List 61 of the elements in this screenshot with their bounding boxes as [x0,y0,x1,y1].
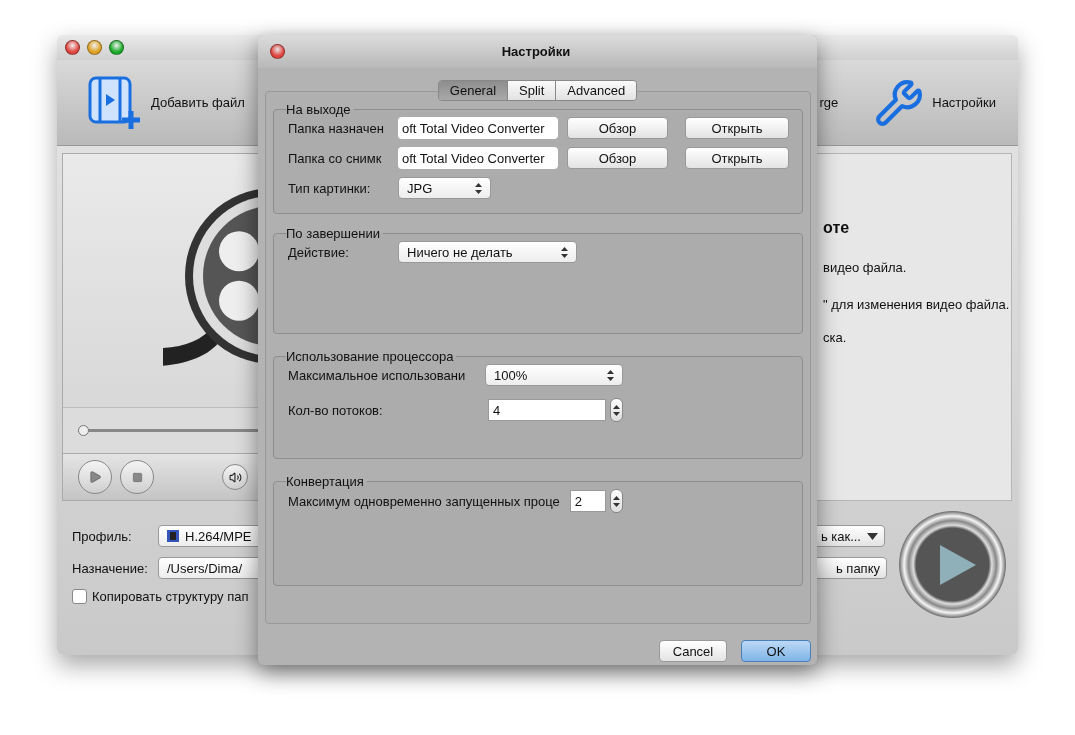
tab[interactable]: General [438,81,508,100]
play-icon [88,470,102,484]
group-title: Использование процессора [286,349,455,364]
folder-button[interactable]: Открыть [685,117,789,139]
guide-title: оте [823,219,850,237]
field-label: Максимум одновременно запущенных проце [288,493,560,509]
tab[interactable]: Split [507,81,556,100]
group-title: По завершении [286,226,381,241]
step-text: ска. [823,330,847,347]
step-text: " для изменения видео файла. [823,297,1010,314]
path-field[interactable]: oft Total Video Converter [398,147,558,169]
checkbox[interactable] [72,589,87,604]
field-label: Действие: [288,244,350,260]
toolbar-button[interactable]: Добавить файл [87,74,245,131]
stop-icon [131,471,143,483]
number-field[interactable]: 4 [488,399,606,421]
wrench-icon [874,77,925,128]
speaker-icon [228,470,242,484]
updown-arrows-icon [561,246,568,258]
updown-arrows-icon [475,182,482,194]
group-title: Конвертация [286,474,365,489]
tab[interactable]: Advanced [555,81,637,100]
dialog-button[interactable]: OK [741,640,811,662]
checkbox-label: Копировать структуру пап [92,589,249,604]
caret-icon [867,532,878,540]
stepper-arrows[interactable] [610,398,623,422]
field-label: Тип картинки: [288,180,372,196]
number-field[interactable]: 2 [569,490,606,512]
step-text: видео файла. [823,260,907,277]
updown-arrows-icon [607,369,614,381]
dropdown[interactable]: JPG [398,177,491,199]
toolbar-button[interactable]: rge [819,95,839,110]
toolbar-button[interactable]: Настройки [874,77,996,128]
zoom-button[interactable] [109,40,124,55]
field-label: Папка назначен [288,120,385,136]
profile-label: Профиль: [72,528,133,544]
updown-arrows-icon [613,404,620,416]
updown-arrows-icon [612,495,620,507]
field-label: Максимальное использовани [288,367,467,383]
destination-label: Назначение: [72,560,146,576]
film-add-icon [87,74,143,131]
volume-button[interactable] [222,464,248,490]
close-button[interactable] [65,40,80,55]
dropdown[interactable]: 100% [485,364,623,386]
group-title: На выходе [286,102,352,117]
play-icon [939,544,976,585]
field-label: Кол-во потоков: [288,402,384,418]
play-button[interactable] [78,460,112,494]
field-label: Папка со снимк [288,150,383,166]
folder-button[interactable]: Обзор [567,117,668,139]
film-icon [167,530,179,542]
minimize-button[interactable] [87,40,102,55]
path-field[interactable]: oft Total Video Converter [398,117,558,139]
stop-button[interactable] [120,460,154,494]
dialog-title: Настройки [500,44,572,59]
dialog-button[interactable]: Cancel [659,640,727,662]
stepper-arrows[interactable] [609,489,623,513]
folder-button[interactable]: Обзор [567,147,668,169]
folder-button[interactable]: Открыть [685,147,789,169]
close-button[interactable] [270,44,285,59]
dropdown[interactable]: Ничего не делать [398,241,577,263]
